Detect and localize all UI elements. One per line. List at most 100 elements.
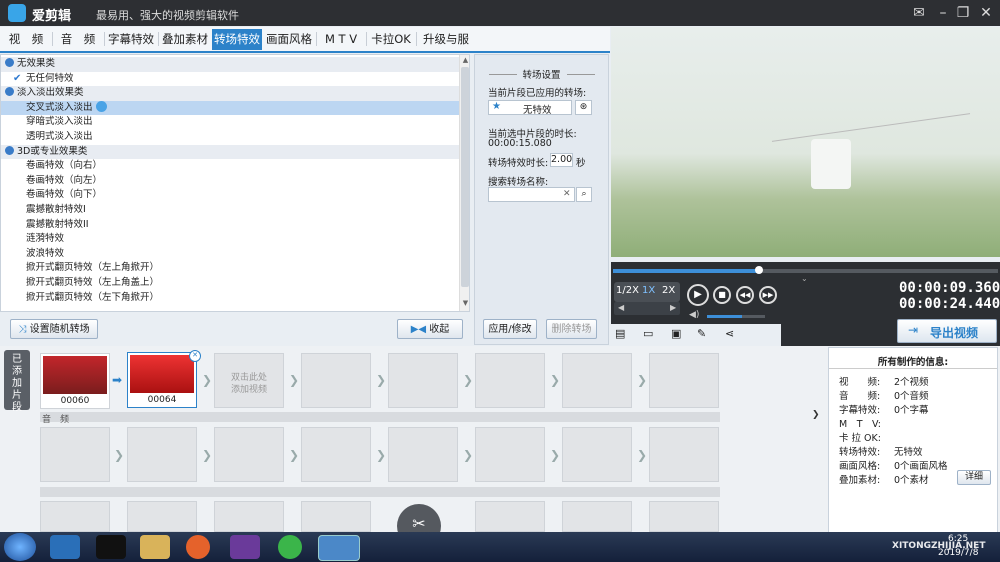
empty-slot[interactable]: [388, 353, 458, 408]
added-clips-tab[interactable]: 已添加片段: [4, 350, 30, 413]
next-clip-icon[interactable]: ▶▶: [759, 286, 777, 304]
effect-item-selected[interactable]: 交叉式淡入淡出: [1, 100, 459, 116]
reel-icon[interactable]: ⊛: [575, 100, 592, 115]
category-none[interactable]: 无效果类: [1, 57, 459, 72]
empty-slot[interactable]: [649, 501, 719, 532]
prev-clip-icon[interactable]: ◀◀: [736, 286, 754, 304]
effect-item[interactable]: 涟漪特效: [1, 232, 459, 247]
clip-card-selected[interactable]: 00064 ✕: [127, 350, 201, 408]
prev-frame-icon[interactable]: ◀: [618, 303, 624, 312]
browser-icon[interactable]: [278, 535, 302, 559]
speed-2x[interactable]: 2X: [662, 285, 675, 296]
stop-icon[interactable]: ■: [713, 286, 731, 304]
progress-track[interactable]: [613, 266, 998, 274]
random-transition-button[interactable]: ⤨ 设置随机转场: [10, 319, 98, 339]
clip-card[interactable]: 00060: [40, 353, 110, 409]
speed-half[interactable]: 1/2X: [616, 285, 639, 296]
aijianji-taskbar-icon[interactable]: [318, 535, 360, 561]
play-icon[interactable]: ▶: [687, 284, 709, 306]
remove-clip-icon[interactable]: ✕: [189, 350, 201, 362]
effect-item[interactable]: 掀开式翻页特效（左上角盖上）: [1, 276, 459, 291]
expand-icon[interactable]: ⌄: [801, 274, 808, 283]
mail-icon[interactable]: ✉: [908, 3, 930, 23]
edit-icon[interactable]: ✎: [697, 327, 706, 340]
category-fade[interactable]: 淡入淡出效果类: [1, 86, 459, 101]
audio-slot[interactable]: [301, 427, 371, 482]
next-frame-icon[interactable]: ▶: [670, 303, 676, 312]
audio-slot[interactable]: [40, 427, 110, 482]
effect-item[interactable]: 掀开式翻页特效（左下角掀开）: [1, 291, 459, 306]
audio-slot[interactable]: [388, 427, 458, 482]
start-button-icon[interactable]: [4, 533, 36, 561]
share-icon[interactable]: ⋖: [725, 327, 734, 340]
volume-icon[interactable]: ◀): [689, 310, 699, 320]
close-icon[interactable]: ✕: [975, 3, 997, 23]
new-icon[interactable]: ▤: [615, 327, 625, 340]
empty-slot[interactable]: [562, 501, 632, 532]
tab-transitions[interactable]: 转场特效: [212, 29, 262, 50]
frame-step-bar[interactable]: ◀ ▶: [614, 302, 680, 315]
scroll-down-icon[interactable]: ▼: [461, 299, 469, 308]
open-folder-icon[interactable]: ▭: [643, 327, 653, 340]
audio-slot[interactable]: [562, 427, 632, 482]
effect-item[interactable]: 波浪特效: [1, 247, 459, 262]
audio-slot[interactable]: [649, 427, 719, 482]
search-icon[interactable]: ⌕: [576, 187, 592, 202]
list-scrollbar[interactable]: ▲ ▼: [459, 55, 469, 311]
audio-slot[interactable]: [214, 427, 284, 482]
delete-transition-button[interactable]: 删除转场: [546, 319, 597, 339]
effect-duration-input[interactable]: 2.00: [550, 153, 573, 167]
export-video-button[interactable]: ⇥ 导出视频: [897, 319, 997, 343]
tab-karaoke[interactable]: 卡拉OK: [368, 29, 414, 50]
tab-video[interactable]: 视 频: [4, 29, 48, 50]
tab-mtv[interactable]: M T V: [318, 29, 364, 50]
clear-icon[interactable]: ✕: [563, 189, 571, 199]
apply-button[interactable]: 应用/修改: [483, 319, 537, 339]
effect-item[interactable]: 掀开式翻页特效（左上角掀开）: [1, 261, 459, 276]
tab-upgrade[interactable]: 升级与服务: [418, 29, 474, 67]
progress-knob[interactable]: [755, 266, 764, 274]
empty-slot[interactable]: [301, 353, 371, 408]
effect-item[interactable]: 卷画特效（向下）: [1, 188, 459, 203]
tab-overlay[interactable]: 叠加素材: [160, 29, 210, 50]
taskbar-app-icon[interactable]: [50, 535, 80, 559]
firefox-icon[interactable]: [186, 535, 210, 559]
empty-slot[interactable]: [301, 501, 371, 532]
minimize-icon[interactable]: –: [932, 3, 954, 23]
empty-slot[interactable]: [649, 353, 719, 408]
search-input[interactable]: [488, 187, 575, 202]
empty-slot[interactable]: [475, 353, 545, 408]
empty-slot[interactable]: [40, 501, 110, 532]
folder-icon[interactable]: [140, 535, 170, 559]
audio-slot[interactable]: [475, 427, 545, 482]
info-toggle-icon[interactable]: ❯: [812, 410, 820, 420]
tab-audio[interactable]: 音 频: [56, 29, 100, 50]
scroll-thumb[interactable]: [461, 67, 469, 287]
empty-slot[interactable]: [127, 501, 197, 532]
tab-picture-style[interactable]: 画面风格: [264, 29, 314, 50]
effect-item[interactable]: 卷画特效（向左）: [1, 174, 459, 189]
effect-item[interactable]: 震撼散射特效II: [1, 218, 459, 233]
collapse-button[interactable]: ▶◀ 收起: [397, 319, 463, 339]
speed-1x[interactable]: 1X: [642, 285, 655, 296]
media-player-icon[interactable]: [230, 535, 260, 559]
effect-item[interactable]: ✔ 无任何特效: [1, 72, 459, 87]
effect-item[interactable]: 震撼散射特效I: [1, 203, 459, 218]
save-icon[interactable]: ▣: [671, 327, 681, 340]
scroll-up-icon[interactable]: ▲: [461, 56, 469, 65]
effect-item[interactable]: 穿暗式淡入淡出: [1, 115, 459, 130]
detail-button[interactable]: 详细: [957, 470, 991, 485]
empty-slot[interactable]: [562, 353, 632, 408]
effect-item[interactable]: 透明式淡入淡出: [1, 130, 459, 145]
empty-slot[interactable]: [475, 501, 545, 532]
transition-arrow-icon[interactable]: ➡: [112, 374, 122, 386]
volume-track[interactable]: [707, 315, 765, 318]
tab-subtitle-effects[interactable]: 字幕特效: [106, 29, 156, 50]
add-video-slot[interactable]: 双击此处 添加视频: [214, 353, 284, 408]
empty-slot[interactable]: [214, 501, 284, 532]
effect-item[interactable]: 卷画特效（向右）: [1, 159, 459, 174]
audio-slot[interactable]: [127, 427, 197, 482]
qq-icon[interactable]: [96, 535, 126, 559]
restore-icon[interactable]: ❐: [952, 3, 974, 23]
category-3d[interactable]: 3D或专业效果类: [1, 144, 459, 160]
